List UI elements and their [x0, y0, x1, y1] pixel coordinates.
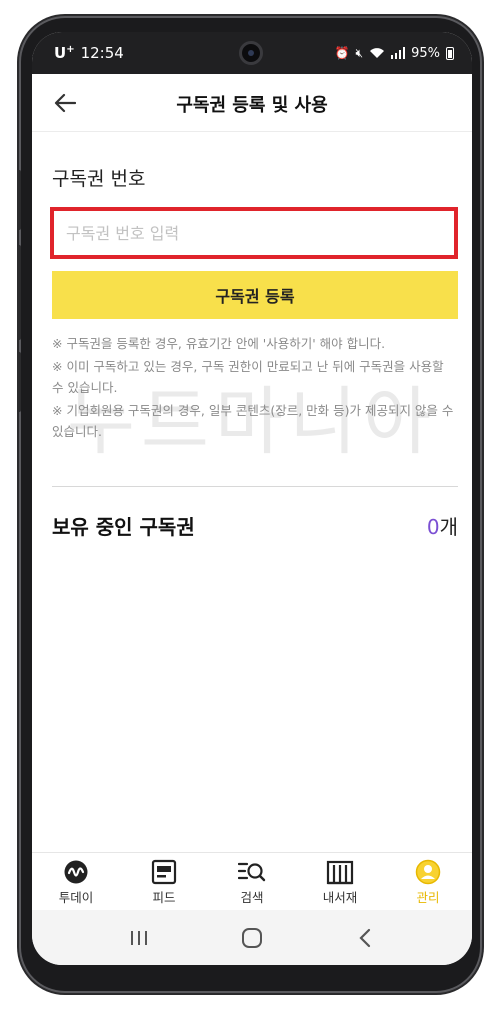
today-icon: [62, 858, 90, 886]
main-content: 구독권 번호 구독권 등록 ※ 구독권을 등록한 경우, 유효기간 안에 '사용…: [50, 132, 458, 540]
phone-screen: U+ 12:54 ⏰ 🔇︎ 95% 구독권 등록 및 사용 누트마니아 구독권 …: [32, 32, 472, 965]
library-icon: [326, 858, 354, 886]
volume-up-button: [17, 170, 21, 230]
notice-item: ※ 이미 구독하고 있는 경우, 구독 권한이 만료되고 난 뒤에 구독권을 사…: [52, 359, 444, 395]
side-key: [17, 352, 21, 412]
battery-percent: 95%: [411, 45, 440, 61]
tab-library[interactable]: 내서재: [296, 853, 384, 910]
subscription-number-input[interactable]: [66, 211, 454, 255]
owned-subscriptions-title: 보유 중인 구독권: [52, 515, 195, 539]
system-nav-bar: [32, 910, 472, 965]
feed-icon: [150, 858, 178, 886]
wifi-icon: [370, 48, 385, 58]
battery-icon: [446, 46, 454, 60]
recent-apps-button[interactable]: [119, 918, 159, 958]
recent-apps-icon: [130, 930, 147, 945]
status-time: 12:54: [80, 44, 124, 62]
tab-today[interactable]: 투데이: [32, 853, 120, 910]
status-bar: U+ 12:54 ⏰ 🔇︎ 95%: [32, 32, 472, 74]
alarm-icon: ⏰: [334, 46, 350, 60]
section-divider: [52, 486, 458, 487]
register-subscription-button[interactable]: 구독권 등록: [52, 271, 458, 319]
tab-feed[interactable]: 피드: [120, 853, 208, 910]
mute-icon: 🔇︎: [355, 45, 364, 60]
notice-item: ※ 구독권을 등록한 경우, 유효기간 안에 '사용하기' 해야 합니다.: [52, 336, 386, 351]
notice-item: ※ 기업회원용 구독권의 경우, 일부 콘텐츠(장르, 만화 등)가 제공되지 …: [52, 403, 454, 439]
subscription-number-label: 구독권 번호: [52, 168, 146, 190]
app-header: 구독권 등록 및 사용: [32, 74, 472, 132]
profile-icon: [414, 858, 442, 886]
search-icon: [238, 858, 266, 886]
system-back-button[interactable]: [345, 918, 385, 958]
notice-list: ※ 구독권을 등록한 경우, 유효기간 안에 '사용하기' 해야 합니다. ※ …: [52, 333, 458, 442]
tab-search[interactable]: 검색: [208, 853, 296, 910]
home-button[interactable]: [232, 918, 272, 958]
tab-manage[interactable]: 관리: [384, 853, 472, 910]
owned-subscriptions-count: 0개: [426, 515, 458, 539]
page-title: 구독권 등록 및 사용: [176, 95, 328, 116]
signal-icon: [391, 47, 406, 59]
input-highlight: [50, 207, 458, 259]
chevron-left-icon: [359, 928, 371, 947]
carrier-label: U+: [54, 44, 75, 62]
owned-subscriptions-row: 보유 중인 구독권 0개: [52, 511, 458, 540]
bottom-tab-bar: 투데이 피드 검색 내서재 관리: [32, 852, 472, 910]
home-icon: [241, 927, 262, 948]
volume-down-button: [17, 245, 21, 340]
front-camera: [239, 41, 263, 65]
